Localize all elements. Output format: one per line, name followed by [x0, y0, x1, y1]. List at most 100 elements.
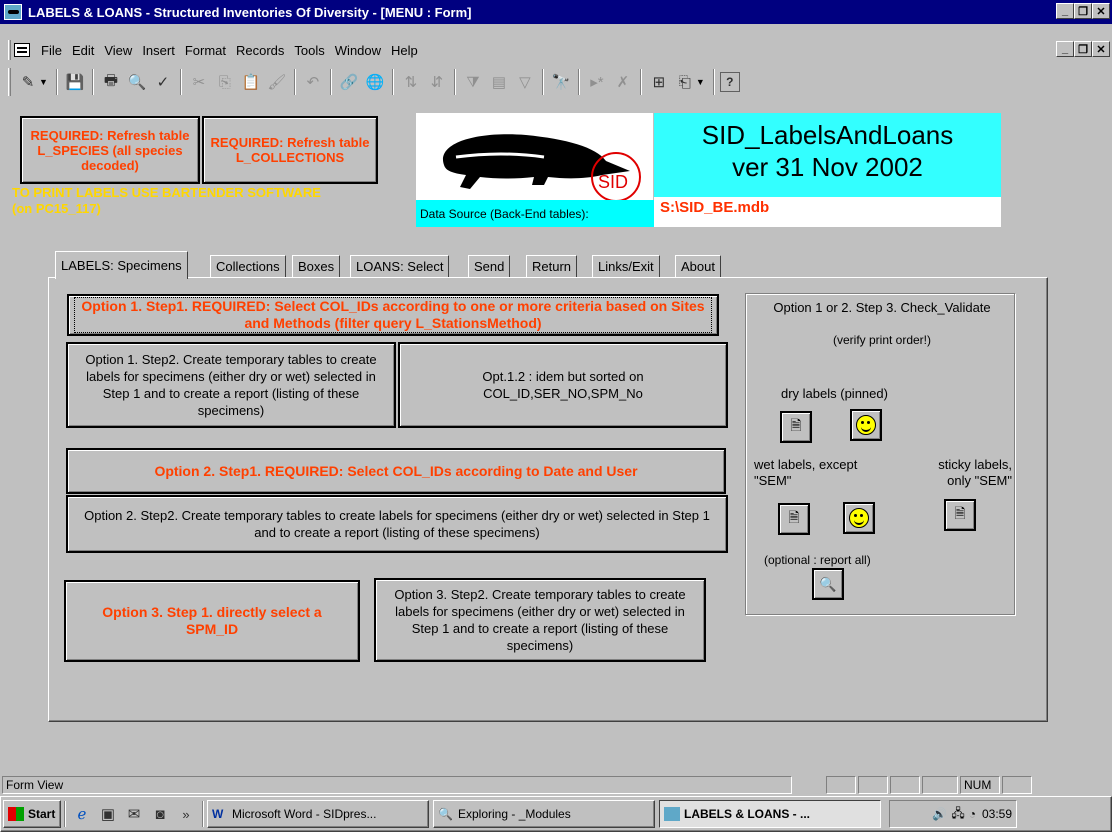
opt3-step1-button[interactable]: Option 3. Step 1. directly select a SPM_…	[64, 580, 360, 662]
design-view-icon[interactable]: ✎	[16, 70, 40, 94]
tray-app-icon[interactable]: ◔	[969, 807, 976, 821]
ie-icon[interactable]: ℯ	[70, 802, 94, 826]
save-icon[interactable]: 💾	[63, 70, 87, 94]
sticky-labels-label: sticky labels, only "SEM"	[938, 457, 1012, 488]
system-tray: 🔊 🖧 ◔ 03:59	[889, 800, 1017, 828]
tab-return[interactable]: Return	[526, 255, 578, 277]
dry-labels-validate-button[interactable]	[850, 409, 882, 441]
taskbar: Start ℯ ▣ ✉ ◙ » W Microsoft Word - SIDpr…	[0, 796, 1112, 832]
opt3-step2-button[interactable]: Option 3. Step2. Create temporary tables…	[374, 578, 706, 662]
app-version: ver 31 Nov 2002	[732, 152, 923, 182]
data-source-value: S:\SID_BE.mdb	[654, 197, 1001, 227]
more-quicklaunch-icon[interactable]: »	[174, 802, 198, 826]
apply-filter-icon[interactable]: ▽	[513, 70, 537, 94]
minimize-button[interactable]: _	[1056, 3, 1074, 19]
status-bar: Form View NUM	[0, 775, 1112, 795]
menu-format[interactable]: Format	[180, 43, 231, 58]
dry-labels-label: dry labels (pinned)	[781, 386, 888, 401]
find-icon[interactable]: 🔭	[549, 70, 573, 94]
menu-view[interactable]: View	[99, 43, 137, 58]
tab-labels-specimens[interactable]: LABELS: Specimens	[55, 251, 188, 279]
help-icon[interactable]: ?	[719, 72, 740, 92]
opt1-step2-button[interactable]: Option 1. Step2. Create temporary tables…	[66, 342, 396, 428]
opt2-step1-button[interactable]: Option 2. Step1. REQUIRED: Select COL_ID…	[66, 448, 726, 494]
filter-by-selection-icon[interactable]: ⧩	[461, 70, 485, 94]
database-window-icon[interactable]: ⊞	[647, 70, 671, 94]
report-icon: 🗎	[788, 509, 800, 525]
filter-by-form-icon[interactable]: ▤	[487, 70, 511, 94]
opt1-step1-button[interactable]: Option 1. Step1. REQUIRED: Select COL_ID…	[67, 294, 719, 336]
validate-title: Option 1 or 2. Step 3. Check_Validate	[773, 300, 991, 315]
doc-minimize-button[interactable]: _	[1056, 41, 1074, 57]
print-preview-icon[interactable]: 🔍	[125, 70, 149, 94]
refresh-species-button[interactable]: REQUIRED: Refresh table L_SPECIES (all s…	[20, 116, 200, 184]
toolbar: ✎ ▼ 💾 🖶 🔍 ✓ ✂ ⎘ 📋 🖌 ↶ 🔗 🌐 ⇅ ⇵ ⧩ ▤ ▽ 🔭 ▸* …	[0, 64, 1112, 100]
window-title-bar: LABELS & LOANS - Structured Inventories …	[0, 0, 1112, 24]
delete-record-icon[interactable]: ✗	[611, 70, 635, 94]
menu-records[interactable]: Records	[231, 43, 289, 58]
smiley-icon	[856, 415, 876, 435]
tab-links-exit[interactable]: Links/Exit	[592, 255, 660, 277]
sid-logo: SID	[416, 113, 653, 202]
tab-about[interactable]: About	[675, 255, 721, 277]
opt12-button[interactable]: Opt.1.2 : idem but sorted on COL_ID,SER_…	[398, 342, 728, 428]
print-icon[interactable]: 🖶	[99, 70, 123, 94]
access-app-icon	[664, 807, 680, 821]
task-word[interactable]: W Microsoft Word - SIDpres...	[207, 800, 429, 828]
menu-help[interactable]: Help	[386, 43, 423, 58]
report-all-preview-button[interactable]: 🔍	[812, 568, 844, 600]
wet-labels-report-button[interactable]: 🗎	[778, 503, 810, 535]
menu-tools[interactable]: Tools	[289, 43, 329, 58]
paste-icon[interactable]: 📋	[239, 70, 263, 94]
menu-edit[interactable]: Edit	[67, 43, 99, 58]
sticky-labels-report-button[interactable]: 🗎	[944, 499, 976, 531]
doc-restore-button[interactable]: ❐	[1074, 41, 1092, 57]
word-icon: W	[212, 807, 224, 821]
view-dropdown-icon[interactable]: ▼	[39, 77, 48, 87]
desktop-icon[interactable]: ▣	[96, 802, 120, 826]
tab-boxes[interactable]: Boxes	[292, 255, 341, 277]
spelling-icon[interactable]: ✓	[151, 70, 175, 94]
task-labels-loans[interactable]: LABELS & LOANS - ...	[659, 800, 881, 828]
new-object-icon[interactable]: ⎗	[673, 70, 697, 94]
network-icon[interactable]: 🖧	[951, 804, 964, 825]
cut-icon[interactable]: ✂	[187, 70, 211, 94]
print-preview-icon: 🔍	[819, 575, 837, 592]
dry-labels-report-button[interactable]: 🗎	[780, 411, 812, 443]
format-painter-icon[interactable]: 🖌	[265, 70, 289, 94]
restore-button[interactable]: ❐	[1074, 3, 1092, 19]
app-name: SID_LabelsAndLoans	[701, 120, 954, 150]
outlook-icon[interactable]: ✉	[122, 802, 146, 826]
clock: 03:59	[981, 807, 1012, 821]
tab-loans-select[interactable]: LOANS: Select	[350, 255, 450, 277]
report-icon: 🗎	[954, 505, 966, 521]
sort-descending-icon[interactable]: ⇵	[425, 70, 449, 94]
form-icon[interactable]	[14, 43, 30, 57]
channels-icon[interactable]: ◙	[148, 802, 172, 826]
menu-window[interactable]: Window	[330, 43, 386, 58]
tab-send[interactable]: Send	[468, 255, 511, 277]
menu-file[interactable]: File	[36, 43, 67, 58]
web-toolbar-icon[interactable]: 🌐	[363, 70, 387, 94]
menu-bar: File Edit View Insert Format Records Too…	[0, 38, 1112, 62]
task-explorer[interactable]: 🔍 Exploring - _Modules	[433, 800, 655, 828]
sort-ascending-icon[interactable]: ⇅	[399, 70, 423, 94]
close-button[interactable]: ✕	[1092, 3, 1110, 19]
new-record-icon[interactable]: ▸*	[585, 70, 609, 94]
copy-icon[interactable]: ⎘	[213, 70, 237, 94]
insert-hyperlink-icon[interactable]: 🔗	[337, 70, 361, 94]
new-object-dropdown-icon[interactable]: ▼	[696, 77, 705, 87]
wet-labels-label: wet labels, except "SEM"	[754, 457, 858, 488]
volume-icon[interactable]: 🔊	[932, 807, 947, 821]
tab-collections[interactable]: Collections	[210, 255, 286, 277]
undo-icon[interactable]: ↶	[301, 70, 325, 94]
doc-close-button[interactable]: ✕	[1092, 41, 1110, 57]
menu-insert[interactable]: Insert	[137, 43, 180, 58]
window-title: LABELS & LOANS - Structured Inventories …	[28, 4, 472, 20]
app-icon[interactable]	[4, 4, 22, 20]
opt2-step2-button[interactable]: Option 2. Step2. Create temporary tables…	[66, 495, 728, 553]
wet-labels-validate-button[interactable]	[843, 502, 875, 534]
report-icon: 🗎	[790, 417, 802, 433]
start-button[interactable]: Start	[3, 800, 61, 828]
refresh-collections-button[interactable]: REQUIRED: Refresh table L_COLLECTIONS	[202, 116, 378, 184]
